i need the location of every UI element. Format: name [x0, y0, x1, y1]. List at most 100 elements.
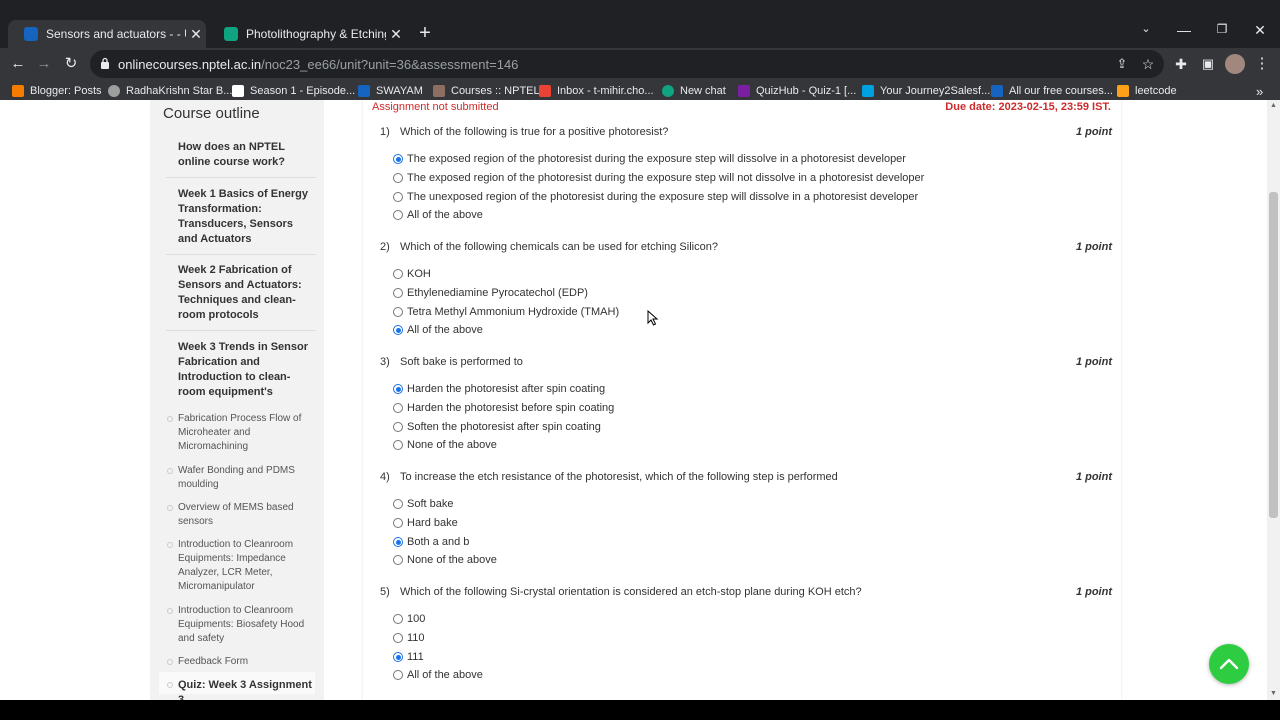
radio-unselected-icon[interactable]	[393, 555, 403, 565]
bookmarks-overflow-button[interactable]: »	[1256, 83, 1263, 99]
radio-selected-icon[interactable]	[393, 652, 403, 662]
bookmark-swayam[interactable]: SWAYAM	[358, 83, 423, 99]
option-label: All of the above	[407, 669, 483, 681]
bookmark-journey2salesforce[interactable]: Your Journey2Salesf...	[862, 83, 990, 99]
address-bar[interactable]: onlinecourses.nptel.ac.in/noc23_ee66/uni…	[90, 50, 1164, 78]
quizhub-icon	[738, 85, 750, 97]
question-text: 5) Which of the following Si-crystal orie…	[380, 586, 862, 598]
browser-menu-icon[interactable]: ⋮	[1250, 52, 1274, 76]
page-scrollbar[interactable]: ▲ ▼	[1267, 100, 1280, 700]
answer-option[interactable]: All of the above	[393, 323, 483, 337]
bookmark-season-1[interactable]: Season 1 - Episode...	[232, 83, 355, 99]
bookmark-radhakrishn[interactable]: RadhaKrishn Star B...	[108, 83, 232, 99]
radio-unselected-icon[interactable]	[393, 633, 403, 643]
sidebar-item-week-1[interactable]: Week 1 Basics of Energy Transformation: …	[178, 187, 314, 247]
answer-option[interactable]: Ethylenediamine Pyrocatechol (EDP)	[393, 286, 588, 300]
bookmark-inbox[interactable]: Inbox - t-mihir.cho...	[539, 83, 654, 99]
radio-selected-icon[interactable]	[393, 325, 403, 335]
sidebar-lesson-biosafety-hood[interactable]: Introduction to Cleanroom Equipments: Bi…	[178, 604, 310, 646]
answer-option[interactable]: None of the above	[393, 438, 497, 452]
course-icon	[991, 85, 1003, 97]
radio-unselected-icon[interactable]	[393, 192, 403, 202]
radio-unselected-icon[interactable]	[393, 670, 403, 680]
answer-option[interactable]: 110	[393, 631, 425, 645]
radio-unselected-icon[interactable]	[393, 518, 403, 528]
close-window-button[interactable]: ✕	[1245, 22, 1275, 39]
bookmark-blogger[interactable]: Blogger: Posts	[12, 83, 102, 99]
profile-avatar[interactable]	[1223, 52, 1247, 76]
reload-icon[interactable]: ↻	[59, 52, 83, 76]
scroll-down-arrow-icon[interactable]: ▼	[1267, 688, 1280, 700]
option-label: None of the above	[407, 554, 497, 566]
sidebar-lesson-wafer-bonding[interactable]: Wafer Bonding and PDMS moulding	[178, 464, 310, 492]
sidebar-lesson-microheater[interactable]: Fabrication Process Flow of Microheater …	[178, 412, 310, 454]
radio-selected-icon[interactable]	[393, 154, 403, 164]
answer-option[interactable]: The unexposed region of the photoresist …	[393, 190, 918, 204]
bookmark-free-courses[interactable]: All our free courses...	[991, 83, 1113, 99]
answer-option[interactable]: All of the above	[393, 668, 483, 682]
radio-unselected-icon[interactable]	[393, 403, 403, 413]
answer-option[interactable]: All of the above	[393, 208, 483, 222]
option-label: Harden the photoresist before spin coati…	[407, 402, 615, 414]
bookmark-leetcode[interactable]: leetcode	[1117, 83, 1177, 99]
sidebar-item-week-3[interactable]: Week 3 Trends in Sensor Fabrication and …	[178, 340, 314, 400]
option-label: All of the above	[407, 209, 483, 221]
question-text: 4) To increase the etch resistance of the…	[380, 471, 838, 483]
radio-unselected-icon[interactable]	[393, 210, 403, 220]
bookmark-new-chat[interactable]: New chat	[662, 83, 726, 99]
sidebar-lesson-impedance-analyzer[interactable]: Introduction to Cleanroom Equipments: Im…	[178, 538, 310, 594]
answer-option[interactable]: Both a and b	[393, 535, 469, 549]
close-tab-icon[interactable]: ✕	[186, 26, 206, 43]
answer-option[interactable]: Harden the photoresist after spin coatin…	[393, 382, 605, 396]
answer-option[interactable]: Soft bake	[393, 497, 453, 511]
scroll-up-arrow-icon[interactable]: ▲	[1267, 100, 1280, 112]
back-arrow-icon[interactable]: ←	[6, 52, 30, 76]
sidebar-divider	[166, 254, 316, 255]
answer-option[interactable]: 100	[393, 612, 425, 626]
bookmark-label: leetcode	[1135, 85, 1177, 97]
radio-unselected-icon[interactable]	[393, 499, 403, 509]
sidebar-item-how-nptel-works[interactable]: How does an NPTEL online course work?	[178, 140, 314, 170]
minimize-button[interactable]: —	[1169, 22, 1199, 38]
sidebar-lesson-feedback-form[interactable]: Feedback Form	[178, 655, 310, 669]
answer-option[interactable]: 111	[393, 650, 424, 664]
radio-unselected-icon[interactable]	[393, 307, 403, 317]
radio-unselected-icon[interactable]	[393, 173, 403, 183]
option-label: Ethylenediamine Pyrocatechol (EDP)	[407, 287, 588, 299]
close-tab-icon[interactable]: ✕	[386, 26, 406, 43]
radio-unselected-icon[interactable]	[393, 614, 403, 624]
bookmark-quizhub[interactable]: QuizHub - Quiz-1 [...	[738, 83, 856, 99]
answer-option[interactable]: None of the above	[393, 553, 497, 567]
forward-arrow-icon[interactable]: →	[32, 52, 56, 76]
answer-option[interactable]: KOH	[393, 267, 431, 281]
sidebar-item-week-2[interactable]: Week 2 Fabrication of Sensors and Actuat…	[178, 263, 314, 323]
radio-unselected-icon[interactable]	[393, 422, 403, 432]
sidebar-lesson-mems-sensors[interactable]: Overview of MEMS based sensors	[178, 501, 310, 529]
extensions-puzzle-icon[interactable]: ✚	[1169, 52, 1193, 76]
radio-selected-icon[interactable]	[393, 537, 403, 547]
tab-sensors-actuators[interactable]: Sensors and actuators - - Unit 5 ✕	[8, 20, 206, 48]
tab-search-icon[interactable]: ⌄	[1131, 22, 1161, 35]
maximize-button[interactable]: ❐	[1207, 22, 1237, 36]
radio-unselected-icon[interactable]	[393, 440, 403, 450]
bookmark-courses-nptel[interactable]: Courses :: NPTEL	[433, 83, 540, 99]
sidebar-item-current-quiz[interactable]: Quiz: Week 3 Assignment 3	[178, 678, 318, 700]
answer-option[interactable]: The exposed region of the photoresist du…	[393, 171, 924, 185]
side-panel-icon[interactable]: ▣	[1196, 52, 1220, 76]
answer-option[interactable]: Soften the photoresist after spin coatin…	[393, 420, 601, 434]
bookmark-label: QuizHub - Quiz-1 [...	[756, 85, 857, 97]
radio-selected-icon[interactable]	[393, 384, 403, 394]
share-icon[interactable]: ⇪	[1110, 52, 1134, 76]
answer-option[interactable]: Tetra Methyl Ammonium Hydroxide (TMAH)	[393, 305, 619, 319]
scroll-to-top-button[interactable]	[1209, 644, 1249, 684]
scrollbar-thumb[interactable]	[1269, 192, 1278, 518]
radio-unselected-icon[interactable]	[393, 269, 403, 279]
tab-photolithography[interactable]: Photolithography & Etching Basi ✕	[208, 20, 406, 48]
answer-option[interactable]: Hard bake	[393, 516, 458, 530]
question-number: 1)	[380, 126, 390, 138]
radio-unselected-icon[interactable]	[393, 288, 403, 298]
answer-option[interactable]: Harden the photoresist before spin coati…	[393, 401, 614, 415]
bookmark-star-icon[interactable]: ☆	[1136, 52, 1160, 76]
new-tab-button[interactable]: +	[414, 22, 436, 44]
answer-option[interactable]: The exposed region of the photoresist du…	[393, 152, 906, 166]
